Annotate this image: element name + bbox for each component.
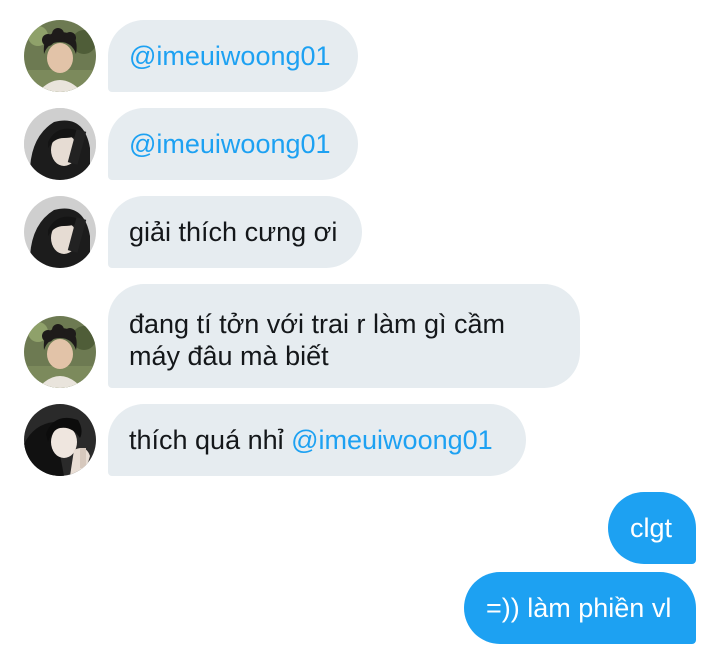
user-avatar-curly-hair-icon[interactable]: [24, 316, 96, 388]
user-avatar-long-hair-icon[interactable]: [24, 108, 96, 180]
message-text: =)) làm phiền vl: [486, 593, 672, 623]
user-avatar-dark-hair-icon[interactable]: [24, 404, 96, 476]
message-row: @imeuiwoong01: [0, 108, 720, 180]
message-bubble[interactable]: @imeuiwoong01: [108, 108, 358, 180]
message-row: đang tí tởn với trai r làm gì cầm máy đâ…: [0, 284, 720, 388]
message-row: thích quá nhỉ @imeuiwoong01: [0, 404, 720, 476]
outgoing-message-bubble[interactable]: =)) làm phiền vl: [464, 572, 696, 644]
message-bubble[interactable]: đang tí tởn với trai r làm gì cầm máy đâ…: [108, 284, 580, 388]
message-row: @imeuiwoong01: [0, 20, 720, 92]
message-bubble[interactable]: thích quá nhỉ @imeuiwoong01: [108, 404, 526, 476]
message-text: giải thích cưng ơi: [129, 217, 338, 247]
dm-conversation-thread: @imeuiwoong01 @imeuiwoong01 giải thích c…: [0, 0, 720, 650]
mention-link[interactable]: @imeuiwoong01: [129, 41, 331, 71]
mention-link[interactable]: @imeuiwoong01: [291, 425, 493, 455]
mention-link[interactable]: @imeuiwoong01: [129, 129, 331, 159]
message-text-line: đang tí tởn với trai r làm gì cầm: [129, 309, 506, 339]
message-text: clgt: [630, 513, 673, 543]
message-bubble[interactable]: giải thích cưng ơi: [108, 196, 362, 268]
message-row: giải thích cưng ơi: [0, 196, 720, 268]
message-text: thích quá nhỉ: [129, 425, 292, 455]
message-bubble[interactable]: @imeuiwoong01: [108, 20, 358, 92]
user-avatar-curly-hair-icon[interactable]: [24, 20, 96, 92]
user-avatar-long-hair-icon[interactable]: [24, 196, 96, 268]
message-text-line: máy đâu mà biết: [129, 341, 329, 371]
outgoing-message-bubble[interactable]: clgt: [608, 492, 696, 564]
